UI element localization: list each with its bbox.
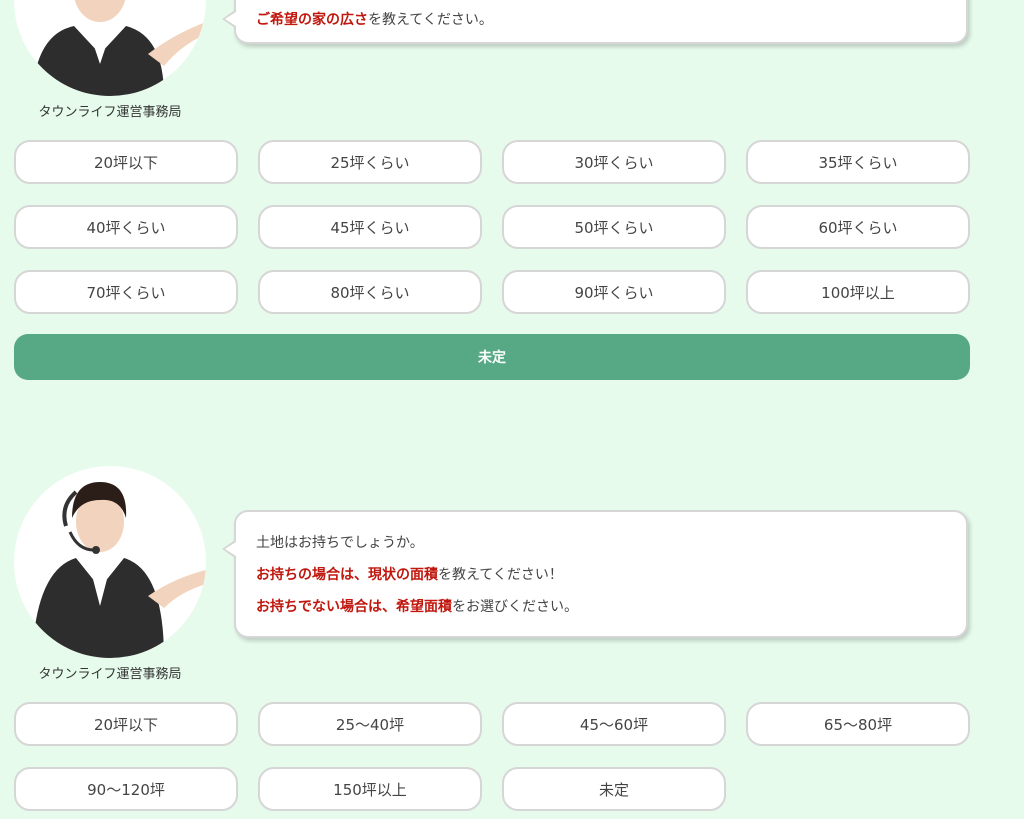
agent-avatar: [14, 0, 206, 96]
option-button[interactable]: 45〜60坪: [502, 702, 726, 746]
agent-avatar: [14, 466, 206, 658]
bubble-line-2: お持ちの場合は、現状の面積を教えてください！: [256, 559, 966, 591]
option-button[interactable]: 25坪くらい: [258, 140, 482, 184]
message-highlight: ご希望の家の広さ: [256, 12, 368, 28]
undecided-button[interactable]: 未定: [14, 334, 970, 380]
option-button[interactable]: 100坪以上: [746, 270, 970, 314]
bubble-line-1: 土地はお持ちでしょうか。: [256, 535, 424, 551]
agent-photo-icon: [32, 482, 206, 658]
option-button[interactable]: 25〜40坪: [258, 702, 482, 746]
line2-highlight: お持ちの場合は、現状の面積: [256, 567, 438, 583]
speech-bubble: 土地はお持ちでしょうか。 お持ちの場合は、現状の面積を教えてください！ お持ちで…: [222, 510, 968, 638]
option-button[interactable]: 60坪くらい: [746, 205, 970, 249]
option-button[interactable]: 20坪以下: [14, 140, 238, 184]
agent-photo-icon: [32, 0, 206, 96]
option-button[interactable]: 90〜120坪: [14, 767, 238, 811]
option-button[interactable]: 未定: [502, 767, 726, 811]
option-button[interactable]: 30坪くらい: [502, 140, 726, 184]
option-button[interactable]: 80坪くらい: [258, 270, 482, 314]
line2-text: を教えてください！: [438, 567, 563, 583]
option-button[interactable]: 150坪以上: [258, 767, 482, 811]
option-button[interactable]: 20坪以下: [14, 702, 238, 746]
message-text: を教えてください。: [368, 12, 493, 28]
line3-text: をお選びください。: [452, 599, 578, 615]
option-button[interactable]: 90坪くらい: [502, 270, 726, 314]
agent-name: タウンライフ運営事務局: [38, 105, 182, 120]
option-button[interactable]: 45坪くらい: [258, 205, 482, 249]
option-button[interactable]: 50坪くらい: [502, 205, 726, 249]
bubble-line-3: お持ちでない場合は、希望面積をお選びください。: [256, 591, 966, 623]
bubble-message: ご希望の家の広さを教えてください。: [256, 4, 966, 36]
speech-bubble: ご希望の家の広さを教えてください。: [222, 0, 968, 44]
option-button[interactable]: 35坪くらい: [746, 140, 970, 184]
option-button[interactable]: 40坪くらい: [14, 205, 238, 249]
option-button[interactable]: 70坪くらい: [14, 270, 238, 314]
line3-highlight: お持ちでない場合は、希望面積: [256, 599, 452, 615]
option-button[interactable]: 65〜80坪: [746, 702, 970, 746]
agent-name: タウンライフ運営事務局: [38, 667, 182, 682]
